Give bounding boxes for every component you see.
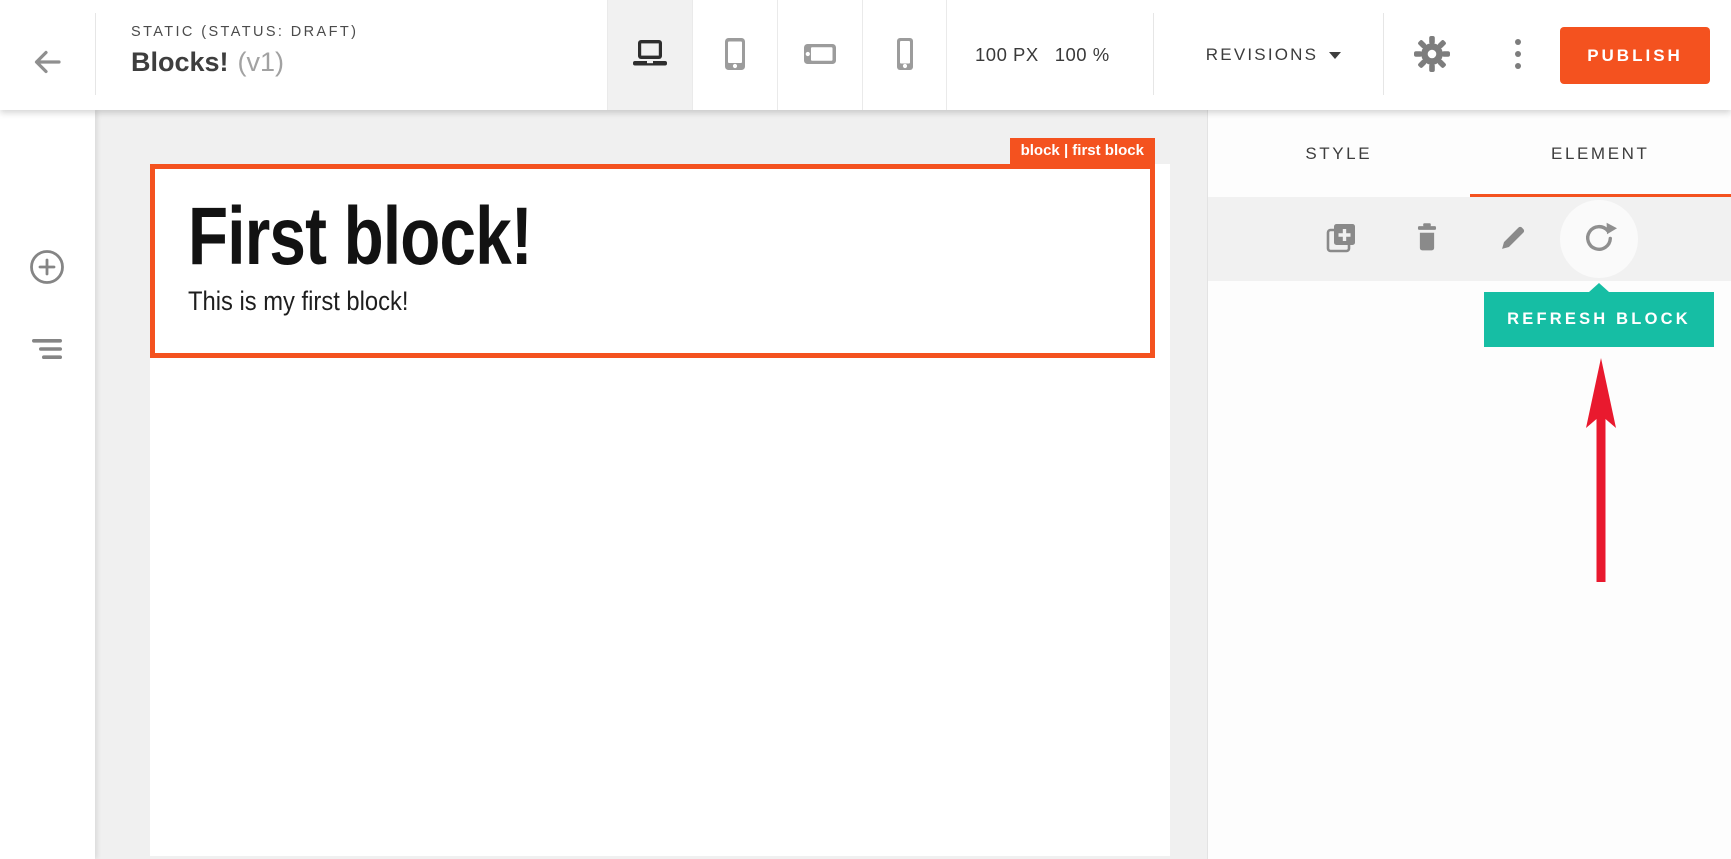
device-button-mobile-portrait[interactable] [862,0,947,110]
element-toolbar [1208,197,1731,281]
device-button-desktop[interactable] [607,0,692,110]
back-arrow-icon [28,43,66,84]
laptop-icon [629,37,671,74]
top-bar: STATIC (STATUS: DRAFT) Blocks! (v1) [0,0,1731,110]
panel-tabs: STYLE ELEMENT [1208,110,1731,197]
divider [95,13,96,95]
device-button-tablet[interactable] [692,0,777,110]
delete-button[interactable] [1384,197,1470,281]
edit-button[interactable] [1470,197,1556,281]
divider [1153,13,1154,95]
device-switcher [607,0,947,110]
tab-style[interactable]: STYLE [1208,110,1470,197]
revisions-button[interactable]: REVISIONS [1176,0,1371,110]
settings-button[interactable] [1412,35,1452,75]
duplicate-icon [1321,218,1361,261]
status-label: STATIC (STATUS: DRAFT) [131,24,358,40]
kebab-menu-icon [1514,38,1522,73]
page-frame[interactable]: block | first block First block! This is… [150,164,1170,856]
page-title: Blocks! (v1) [131,47,358,78]
mobile-landscape-icon [800,34,840,77]
plus-circle-icon [27,247,67,290]
canvas: block | first block First block! This is… [95,110,1207,859]
layers-icon [30,338,64,364]
caret-down-icon [1329,52,1341,59]
left-toolbar [0,110,95,859]
add-block-button[interactable] [27,248,67,288]
document-header: STATIC (STATUS: DRAFT) Blocks! (v1) [131,24,358,78]
refresh-tooltip: REFRESH BLOCK [1484,292,1714,347]
gear-icon [1412,34,1452,77]
publish-button[interactable]: PUBLISH [1560,27,1710,84]
page-version: (v1) [238,47,285,77]
refresh-button[interactable] [1556,197,1642,281]
canvas-dimensions: 100 PX 100 % [975,0,1110,110]
editor-app: STATIC (STATUS: DRAFT) Blocks! (v1) [0,0,1731,859]
revisions-label: REVISIONS [1206,45,1318,65]
trash-icon [1408,219,1446,260]
selected-block-badge: block | first block [1010,138,1155,164]
tablet-icon [715,34,755,77]
block-heading[interactable]: First block! [188,199,958,275]
device-button-mobile-landscape[interactable] [777,0,862,110]
red-arrow-annotation [1584,358,1618,582]
mobile-portrait-icon [885,34,925,77]
right-panel: STYLE ELEMENT [1207,110,1731,859]
duplicate-button[interactable] [1298,197,1384,281]
divider [1383,13,1384,95]
refresh-icon [1579,218,1619,261]
block-paragraph[interactable]: This is my first block! [188,284,1035,318]
selected-block[interactable]: block | first block First block! This is… [150,164,1155,358]
more-options-button[interactable] [1502,37,1534,73]
page-title-text: Blocks! [131,47,229,77]
back-button[interactable] [27,43,67,83]
canvas-zoom-value: 100 % [1055,44,1110,66]
tab-element[interactable]: ELEMENT [1470,110,1731,197]
canvas-width-value: 100 PX [975,44,1039,66]
pencil-icon [1494,219,1532,260]
layers-button[interactable] [28,338,66,364]
